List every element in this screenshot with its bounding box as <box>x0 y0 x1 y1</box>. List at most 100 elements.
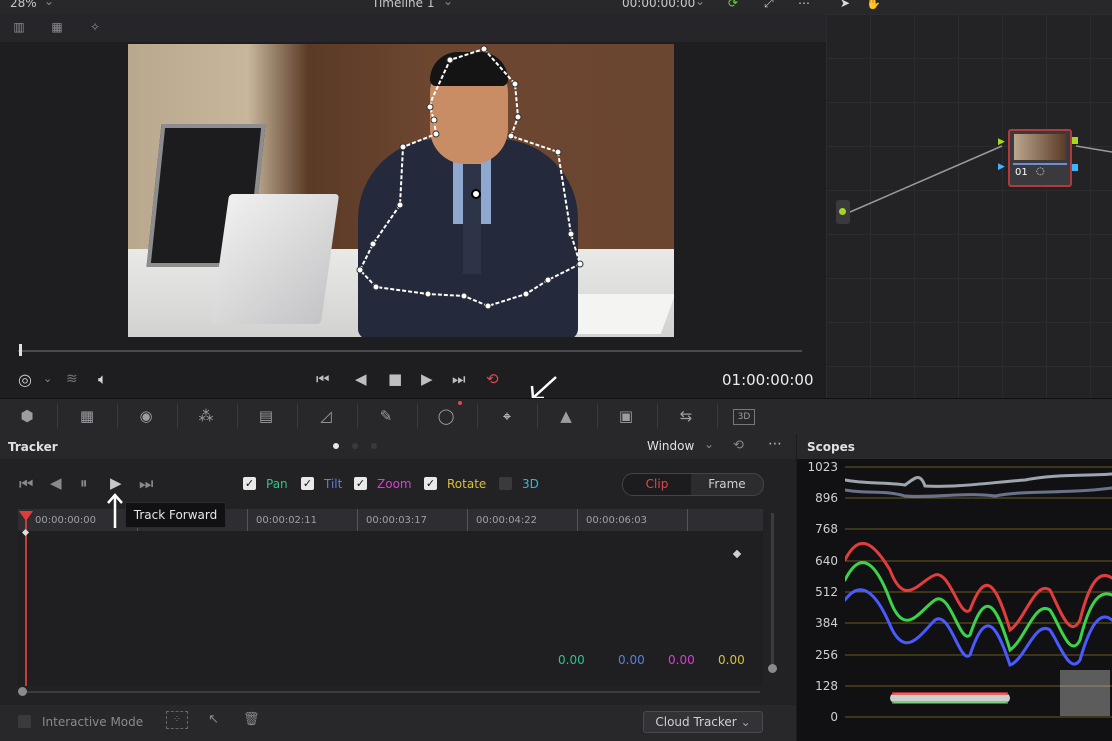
more-options-icon[interactable]: ⋯ <box>768 436 782 452</box>
tracker-mode-select[interactable]: Window <box>647 439 694 453</box>
vertical-zoom-slider[interactable] <box>771 513 774 665</box>
cloud-tracker-button[interactable]: Cloud Tracker ⌄ <box>643 711 763 733</box>
scrubber-track[interactable] <box>18 350 802 352</box>
tilt-checkbox[interactable]: ✓ <box>301 477 314 490</box>
pointer-icon[interactable]: ➤ <box>840 0 850 10</box>
speaker-icon[interactable]: 🔈︎ <box>98 370 107 388</box>
vertical-zoom-handle[interactable] <box>768 664 777 673</box>
track-forward-tooltip: Track Forward <box>125 502 226 528</box>
interactive-mode-checkbox[interactable] <box>18 715 31 728</box>
sizing-icon[interactable]: ⇆ <box>673 404 699 428</box>
delete-points-icon[interactable]: 🗑︎ <box>243 712 260 727</box>
hdr-icon[interactable]: ⁂ <box>193 404 219 428</box>
ruler-tick <box>687 509 688 531</box>
tilt-label: Tilt <box>324 477 343 491</box>
alpha-output-icon[interactable] <box>1071 164 1078 171</box>
pan-checkbox[interactable]: ✓ <box>243 477 256 490</box>
hand-icon[interactable]: ✋ <box>866 0 881 10</box>
rgb-output-icon[interactable] <box>1071 137 1078 144</box>
3d-icon[interactable]: 3D <box>733 409 755 425</box>
horizontal-zoom-slider[interactable] <box>22 691 760 693</box>
source-output-dot[interactable] <box>839 208 846 215</box>
chevron-down-icon[interactable]: ⌄ <box>695 0 705 8</box>
page-dot[interactable] <box>371 443 377 449</box>
stop-icon[interactable]: ■ <box>388 370 402 388</box>
video-frame[interactable] <box>128 44 674 337</box>
source-node[interactable] <box>836 200 850 224</box>
page-dot[interactable] <box>352 443 358 449</box>
reset-icon[interactable]: ⟲ <box>733 438 744 453</box>
color-match-icon[interactable]: ▦ <box>74 404 100 428</box>
fullscreen-icon[interactable]: ⤢ <box>764 0 774 11</box>
frame-button[interactable]: Frame <box>691 474 763 495</box>
rgb-input-icon[interactable]: ▶ <box>998 137 1005 147</box>
divider <box>657 404 658 428</box>
scope-scale-label: 384 <box>815 616 838 630</box>
node-editor[interactable]: ▶ ▶ <box>826 14 1112 398</box>
jump-end-icon[interactable]: ⏭ <box>452 370 466 388</box>
pause-icon[interactable]: ⏸ <box>80 474 88 492</box>
scope-scale-label: 256 <box>815 648 838 662</box>
track-reverse-frame-icon[interactable]: ⏮ <box>19 474 33 494</box>
chevron-down-icon[interactable]: ⌄ <box>43 372 52 385</box>
insert-points-icon[interactable]: ⁘ <box>166 711 188 729</box>
chevron-down-icon[interactable]: ⌄ <box>443 0 453 8</box>
clip-button[interactable]: Clip <box>623 474 691 495</box>
camera-raw-icon[interactable]: ⬢ <box>14 404 40 428</box>
grid-view-icon[interactable]: ▦ <box>46 19 68 35</box>
jump-start-icon[interactable]: ⏮ <box>316 370 330 388</box>
alpha-input-icon[interactable]: ▶ <box>998 162 1005 172</box>
magic-wand-icon[interactable]: ✧ <box>84 19 106 35</box>
loop-icon[interactable]: ⟲ <box>486 370 499 388</box>
rgb-mixer-icon[interactable]: ▤ <box>253 404 279 428</box>
pan-label: Pan <box>266 477 288 491</box>
key-icon[interactable]: ▣ <box>613 404 639 428</box>
power-window-mask[interactable] <box>128 44 674 337</box>
viewer-toolbar: ▥ ▦ ✧ <box>0 14 826 42</box>
sync-icon[interactable]: ⟳ <box>728 0 738 10</box>
timeline-title[interactable]: Timeline 1 <box>372 0 434 10</box>
layers-icon[interactable]: ≋ <box>66 371 78 387</box>
more-options-icon[interactable]: ⋯ <box>798 0 810 10</box>
tracker-graph[interactable] <box>18 531 763 686</box>
corrector-node-01[interactable]: 01 ◌ <box>1008 129 1072 187</box>
reverse-icon[interactable]: ◀ <box>355 370 367 388</box>
page-dot-active[interactable] <box>333 443 339 449</box>
divider <box>237 404 238 428</box>
viewer-timecode: 01:00:00:00 <box>722 371 814 389</box>
3d-label: 3D <box>522 477 539 491</box>
add-feature-points-icon[interactable]: ↖ <box>208 712 219 727</box>
zoom-label: Zoom <box>377 477 412 491</box>
3d-checkbox[interactable] <box>499 477 512 490</box>
play-icon[interactable]: ▶ <box>421 370 433 388</box>
divider <box>477 404 478 428</box>
split-view-icon[interactable]: ▥ <box>8 19 30 35</box>
divider <box>177 404 178 428</box>
node-connections <box>849 145 1112 213</box>
divider <box>717 404 718 428</box>
chevron-down-icon[interactable]: ⌄ <box>44 0 54 8</box>
tracker-playhead[interactable] <box>25 518 27 686</box>
curves-icon[interactable]: ◿ <box>313 404 339 428</box>
track-forward-frame-icon[interactable]: ⏭ <box>139 474 153 494</box>
scrubber-handle[interactable] <box>19 344 22 356</box>
tilt-value: 0.00 <box>618 653 645 667</box>
tracker-icon[interactable]: ⌖ <box>494 404 520 428</box>
qualifier-icon[interactable]: ✎ <box>373 404 399 428</box>
zoom-level[interactable]: 28% <box>10 0 37 10</box>
chevron-down-icon[interactable]: ⌄ <box>704 437 714 451</box>
zoom-value: 0.00 <box>668 653 695 667</box>
window-icon[interactable]: ◯ <box>433 404 459 428</box>
rotate-checkbox[interactable]: ✓ <box>424 477 437 490</box>
blur-icon[interactable]: ▲ <box>553 404 579 428</box>
track-reverse-icon[interactable]: ◀ <box>50 474 62 492</box>
scope-scale-label: 0 <box>830 710 838 724</box>
divider <box>417 404 418 428</box>
color-wheels-icon[interactable]: ◉ <box>133 404 159 428</box>
highlight-icon[interactable]: ◎ <box>18 370 32 389</box>
zoom-checkbox[interactable]: ✓ <box>354 477 367 490</box>
playhead-marker[interactable] <box>19 511 33 521</box>
track-forward-icon[interactable]: ▶ <box>110 474 122 492</box>
horizontal-zoom-handle[interactable] <box>18 687 27 696</box>
ruler-tick <box>577 509 578 531</box>
